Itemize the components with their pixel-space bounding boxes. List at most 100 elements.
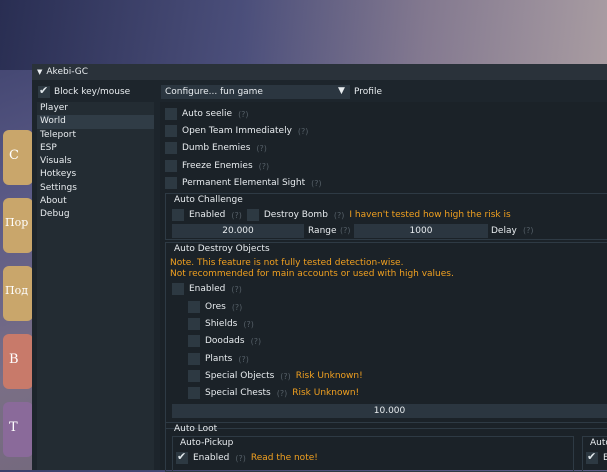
auto-right-enabled-checkbox[interactable]	[586, 450, 598, 464]
block-label: Block key/mouse	[54, 87, 131, 97]
help-icon[interactable]: (?)	[251, 337, 262, 346]
bg-tile-4: В	[3, 334, 33, 389]
special-objects-risk: Risk Unknown!	[295, 371, 363, 381]
help-icon[interactable]: (?)	[231, 285, 242, 294]
destroy-bomb-checkbox[interactable]	[246, 209, 259, 221]
risk-warning: I haven't tested how high the risk is	[349, 210, 511, 220]
auto-right-enabled-row[interactable]: E	[586, 450, 607, 464]
open-team-checkbox[interactable]	[165, 125, 177, 137]
special-chests-row[interactable]: Special Chests (?) Risk Unknown!	[188, 387, 359, 399]
help-icon[interactable]: (?)	[280, 372, 291, 381]
auto-seelie-checkbox[interactable]	[165, 108, 177, 120]
open-team-row[interactable]: Open Team Immediately (?)	[165, 125, 308, 137]
auto-pickup-enabled-checkbox[interactable]	[176, 450, 188, 464]
auto-pickup-enabled-row[interactable]: Enabled (?) Read the note!	[176, 450, 318, 464]
elemental-sight-row[interactable]: Permanent Elemental Sight (?)	[165, 177, 322, 189]
bg-tile-5: Т	[3, 402, 33, 457]
sidebar-item-teleport[interactable]: Teleport	[37, 129, 154, 142]
elemental-sight-checkbox[interactable]	[165, 177, 177, 189]
dumb-enemies-row[interactable]: Dumb Enemies (?)	[165, 142, 267, 154]
auto-challenge-title: Auto Challenge	[174, 195, 243, 205]
sidebar-item-visuals[interactable]: Visuals	[37, 155, 154, 168]
help-icon[interactable]: (?)	[334, 211, 345, 220]
auto-challenge-enabled-label: Enabled	[189, 210, 226, 220]
plants-label: Plants	[205, 354, 233, 364]
special-objects-checkbox[interactable]	[188, 370, 200, 382]
auto-pickup-title: Auto-Pickup	[180, 438, 234, 448]
auto-destroy-enabled-label: Enabled	[189, 284, 226, 294]
help-icon[interactable]: (?)	[523, 226, 534, 235]
auto-pickup-enabled-label: Enabled	[193, 453, 230, 463]
block-checkbox[interactable]	[38, 84, 50, 98]
block-key-mouse-toggle[interactable]: Block key/mouse	[38, 84, 131, 98]
help-icon[interactable]: (?)	[259, 162, 270, 171]
shields-checkbox[interactable]	[188, 318, 200, 330]
dumb-enemies-label: Dumb Enemies	[182, 143, 251, 153]
read-note-warning: Read the note!	[250, 453, 318, 463]
range-slider[interactable]: 20.000	[172, 224, 304, 238]
auto-destroy-enabled-row[interactable]: Enabled (?)	[172, 283, 242, 295]
sidebar-item-hotkeys[interactable]: Hotkeys	[37, 168, 154, 181]
auto-seelie-label: Auto seelie	[182, 109, 233, 119]
freeze-enemies-label: Freeze Enemies	[182, 161, 253, 171]
sidebar: Player World Teleport ESP Visuals Hotkey…	[37, 102, 154, 470]
special-objects-row[interactable]: Special Objects (?) Risk Unknown!	[188, 370, 363, 382]
destroy-range-slider[interactable]: 10.000	[172, 404, 607, 418]
help-icon[interactable]: (?)	[232, 303, 243, 312]
sidebar-item-esp[interactable]: ESP	[37, 142, 154, 155]
auto-destroy-enabled-checkbox[interactable]	[172, 283, 184, 295]
help-icon[interactable]: (?)	[340, 226, 351, 235]
doodads-row[interactable]: Doodads (?)	[188, 335, 261, 347]
chevron-down-icon[interactable]: ▼	[338, 86, 345, 96]
plants-checkbox[interactable]	[188, 353, 200, 365]
help-icon[interactable]: (?)	[238, 355, 249, 364]
auto-loot-title: Auto Loot	[174, 424, 218, 434]
window-title: Akebi-GC	[46, 67, 89, 77]
auto-seelie-row[interactable]: Auto seelie (?)	[165, 108, 249, 120]
shields-label: Shields	[205, 319, 238, 329]
profile-value: fun game	[220, 87, 263, 97]
collapse-triangle-icon[interactable]: ▼	[37, 68, 42, 76]
ores-checkbox[interactable]	[188, 301, 200, 313]
profile-label: Profile	[354, 87, 382, 97]
freeze-enemies-checkbox[interactable]	[165, 160, 177, 172]
profile-combo[interactable]: fun game	[217, 85, 350, 99]
auto-challenge-enabled-checkbox[interactable]	[172, 209, 184, 221]
configure-button[interactable]: Configure...	[161, 85, 222, 99]
doodads-checkbox[interactable]	[188, 335, 200, 347]
special-chests-risk: Risk Unknown!	[292, 388, 360, 398]
bg-tile-3: Под	[3, 266, 33, 321]
destroy-bomb-label: Destroy Bomb	[263, 210, 328, 220]
help-icon[interactable]: (?)	[235, 454, 246, 463]
auto-right-enabled-label: E	[603, 453, 607, 463]
background-game	[0, 0, 607, 70]
sidebar-item-about[interactable]: About	[37, 195, 154, 208]
special-chests-checkbox[interactable]	[188, 387, 200, 399]
delay-slider[interactable]: 1000	[354, 224, 488, 238]
auto-challenge-enabled-row[interactable]: Enabled (?) Destroy Bomb (?) I haven't t…	[172, 209, 511, 221]
help-icon[interactable]: (?)	[243, 320, 254, 329]
top-toolbar: Block key/mouse Configure... fun game ▼ …	[32, 82, 607, 102]
help-icon[interactable]: (?)	[231, 211, 242, 220]
bg-tile-2: Пор	[3, 198, 33, 253]
sidebar-item-debug[interactable]: Debug	[37, 208, 154, 221]
help-icon[interactable]: (?)	[256, 144, 267, 153]
sidebar-item-settings[interactable]: Settings	[37, 182, 154, 195]
window-titlebar[interactable]: ▼ Akebi-GC	[32, 64, 607, 80]
help-icon[interactable]: (?)	[238, 110, 249, 119]
destroy-note-2: Not recommended for main accounts or use…	[170, 269, 454, 279]
help-icon[interactable]: (?)	[298, 127, 309, 136]
range-label: Range	[308, 226, 337, 236]
ores-label: Ores	[205, 302, 226, 312]
freeze-enemies-row[interactable]: Freeze Enemies (?)	[165, 160, 269, 172]
shields-row[interactable]: Shields (?)	[188, 318, 254, 330]
help-icon[interactable]: (?)	[277, 389, 288, 398]
sidebar-item-player[interactable]: Player	[37, 102, 154, 115]
dumb-enemies-checkbox[interactable]	[165, 142, 177, 154]
open-team-label: Open Team Immediately	[182, 126, 292, 136]
plants-row[interactable]: Plants (?)	[188, 353, 249, 365]
sidebar-item-world[interactable]: World	[37, 115, 154, 129]
bg-tile-1: С	[3, 130, 33, 185]
ores-row[interactable]: Ores (?)	[188, 301, 242, 313]
help-icon[interactable]: (?)	[311, 179, 322, 188]
